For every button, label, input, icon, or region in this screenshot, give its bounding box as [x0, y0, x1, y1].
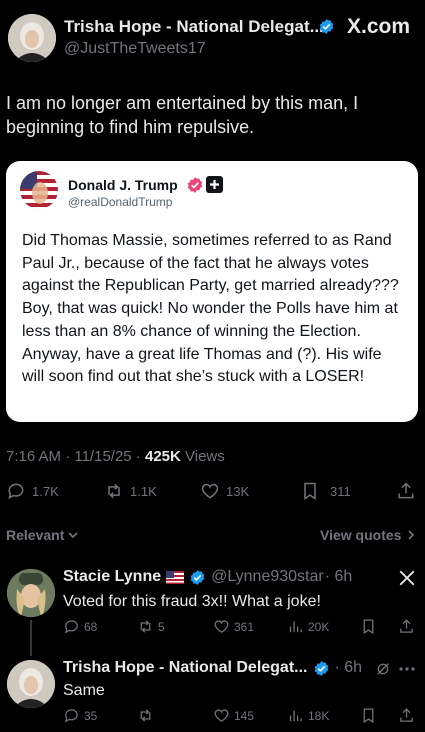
us-flag-icon	[166, 570, 185, 584]
share-icon	[400, 619, 413, 633]
reply-time[interactable]: · 6h	[335, 659, 363, 677]
analytics-icon	[289, 621, 302, 633]
avatar-photo	[7, 569, 55, 617]
reply-author-handle[interactable]: @Lynne930star	[211, 568, 324, 586]
view-quotes-label: View quotes	[320, 527, 402, 543]
relevant-label: Relevant	[6, 527, 65, 543]
grok-icon[interactable]	[375, 661, 391, 677]
repost-icon	[140, 620, 151, 633]
reply-count: 35	[84, 708, 98, 723]
share-icon	[400, 708, 413, 722]
reply-button[interactable]: 1.7K	[6, 481, 59, 501]
views-label: Views	[180, 448, 225, 465]
reply-button[interactable]: 35	[63, 707, 97, 724]
avatar-photo	[8, 14, 56, 62]
view-quotes-link[interactable]: View quotes	[320, 527, 416, 543]
government-badge-icon	[206, 176, 223, 193]
reply-text: Same	[63, 682, 105, 699]
like-count: 13K	[226, 483, 250, 499]
share-button[interactable]	[396, 481, 416, 501]
reply-avatar[interactable]	[7, 660, 55, 708]
quoted-author-name[interactable]: Donald J. Trump	[68, 177, 178, 193]
views-count: 18K	[308, 708, 330, 723]
reply-icon	[8, 483, 24, 500]
reply-avatar[interactable]	[7, 569, 55, 617]
chevron-down-icon	[68, 532, 78, 539]
heart-icon	[214, 620, 229, 633]
heart-icon	[201, 483, 219, 499]
avatar-photo	[7, 660, 55, 708]
relevant-sort-dropdown[interactable]: Relevant	[6, 527, 79, 543]
post-text: I am no longer am entertained by this ma…	[6, 93, 359, 137]
bookmark-count: 311	[330, 483, 351, 499]
like-button[interactable]: 13K	[200, 481, 249, 501]
x-logo-icon	[399, 570, 415, 586]
like-count: 361	[234, 619, 255, 634]
repost-button[interactable]: 5	[137, 618, 165, 635]
reply-text: Voted for this fraud 3x!! What a joke!	[63, 593, 321, 610]
reply-header: Stacie Lynne @Lynne930star · 6h	[63, 568, 352, 586]
verified-badge-icon	[319, 19, 334, 34]
reply-header: Trisha Hope - National Delegat... · 6h	[63, 659, 362, 677]
verified-badge-icon	[190, 569, 205, 585]
reply-time[interactable]: · 6h	[325, 568, 353, 586]
author-name[interactable]: Trisha Hope - National Delegat...	[64, 17, 324, 37]
bookmark-icon	[304, 482, 316, 500]
site-label: X.com	[347, 15, 411, 38]
share-button[interactable]	[398, 618, 415, 635]
bookmark-button[interactable]	[360, 707, 377, 724]
quoted-post-text: Did Thomas Massie, sometimes referred to…	[22, 232, 399, 386]
bookmark-icon	[363, 619, 374, 635]
repost-button[interactable]: 1.1K	[104, 481, 157, 501]
verified-badge-icon	[314, 660, 328, 676]
quoted-author-handle[interactable]: @realDonaldTrump	[68, 195, 172, 209]
reply-icon	[64, 620, 78, 634]
chevron-right-icon	[408, 530, 415, 540]
repost-icon	[140, 709, 151, 722]
flag-avatar-photo	[20, 171, 58, 209]
repost-icon	[108, 483, 120, 499]
like-button[interactable]: 361	[213, 618, 254, 635]
bookmark-button[interactable]: 311	[300, 481, 351, 501]
post-timestamp[interactable]: 7:16 AM · 11/15/25 ·	[6, 448, 145, 465]
heart-icon	[214, 709, 229, 722]
share-icon	[398, 482, 414, 499]
reply-author-name[interactable]: Trisha Hope - National Delegat...	[63, 659, 308, 677]
views-button[interactable]: 20K	[287, 618, 329, 635]
author-handle[interactable]: @JustTheTweets17	[64, 40, 206, 58]
quoted-author-avatar[interactable]	[20, 171, 58, 209]
repost-count: 1.1K	[130, 483, 157, 499]
reply-count: 1.7K	[32, 483, 59, 499]
bookmark-button[interactable]	[360, 618, 377, 635]
share-button[interactable]	[398, 707, 415, 724]
post-meta: 7:16 AM · 11/15/25 · 425K Views	[6, 448, 225, 465]
author-avatar[interactable]	[8, 14, 56, 62]
like-count: 145	[234, 708, 255, 723]
views-count: 20K	[308, 619, 330, 634]
more-options-icon[interactable]	[398, 664, 416, 674]
like-button[interactable]: 145	[213, 707, 254, 724]
views-count: 425K	[144, 448, 181, 465]
reply-author-name[interactable]: Stacie Lynne	[63, 568, 161, 586]
analytics-icon	[289, 710, 302, 722]
repost-button[interactable]	[137, 707, 158, 724]
quoted-post-card[interactable]: Donald J. Trump @realDonaldTrump Did Tho…	[6, 161, 418, 422]
reply-button[interactable]: 68	[63, 618, 97, 635]
reply-count: 68	[84, 619, 98, 634]
thread-line	[30, 620, 32, 656]
reply-icon	[64, 709, 78, 723]
bookmark-icon	[363, 708, 374, 724]
repost-count: 5	[158, 619, 165, 634]
verified-badge-icon	[187, 177, 203, 193]
views-button[interactable]: 18K	[287, 707, 329, 724]
